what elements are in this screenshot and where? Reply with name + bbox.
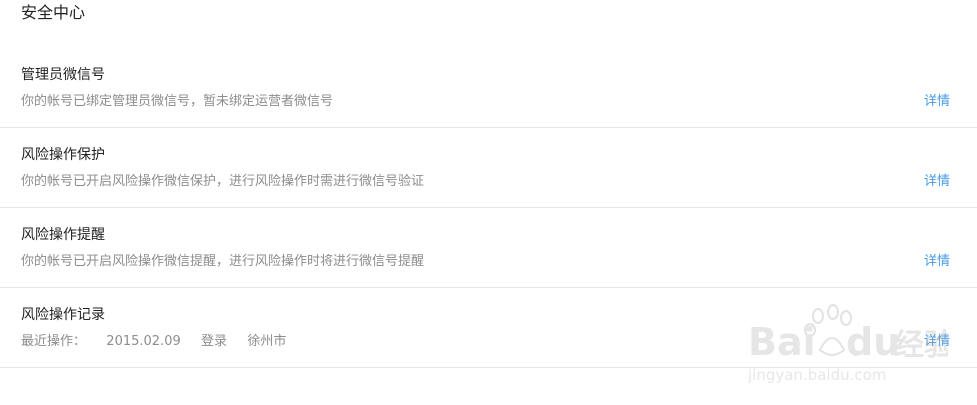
section-risk-records: 风险操作记录 最近操作： 2015.02.09 登录 徐州市 详情	[0, 288, 977, 368]
recent-operation: 最近操作： 2015.02.09 登录 徐州市	[21, 332, 286, 352]
recent-operation-date: 2015.02.09	[106, 334, 181, 349]
details-link-risk-reminder[interactable]: 详情	[924, 252, 950, 272]
section-title: 风险操作提醒	[21, 227, 105, 243]
recent-operation-location: 徐州市	[247, 334, 287, 349]
section-risk-protection: 风险操作保护 你的帐号已开启风险操作微信保护，进行风险操作时需进行微信号验证 详…	[0, 128, 977, 208]
recent-operation-action: 登录	[201, 334, 228, 349]
section-description: 你的帐号已开启风险操作微信保护，进行风险操作时需进行微信号验证	[21, 174, 425, 189]
section-description: 你的帐号已绑定管理员微信号，暂未绑定运营者微信号	[21, 94, 334, 109]
section-title: 管理员微信号	[21, 67, 105, 83]
section-title: 风险操作记录	[21, 307, 105, 323]
svg-text:jingyan.baidu.com: jingyan.baidu.com	[748, 366, 886, 384]
page-title: 安全中心	[21, 3, 86, 22]
security-sections: 管理员微信号 你的帐号已绑定管理员微信号，暂未绑定运营者微信号 详情 风险操作保…	[0, 48, 977, 368]
section-description: 你的帐号已开启风险操作微信提醒，进行风险操作时将进行微信号提醒	[21, 254, 425, 269]
details-link-risk-records[interactable]: 详情	[924, 332, 950, 352]
details-link-risk-protection[interactable]: 详情	[924, 172, 950, 192]
details-link-admin-wechat[interactable]: 详情	[924, 92, 950, 112]
security-center-page: 安全中心 管理员微信号 你的帐号已绑定管理员微信号，暂未绑定运营者微信号 详情 …	[0, 0, 977, 405]
section-title: 风险操作保护	[21, 147, 105, 163]
recent-operation-label: 最近操作：	[21, 334, 87, 349]
section-admin-wechat: 管理员微信号 你的帐号已绑定管理员微信号，暂未绑定运营者微信号 详情	[0, 48, 977, 128]
section-risk-reminder: 风险操作提醒 你的帐号已开启风险操作微信提醒，进行风险操作时将进行微信号提醒 详…	[0, 208, 977, 288]
